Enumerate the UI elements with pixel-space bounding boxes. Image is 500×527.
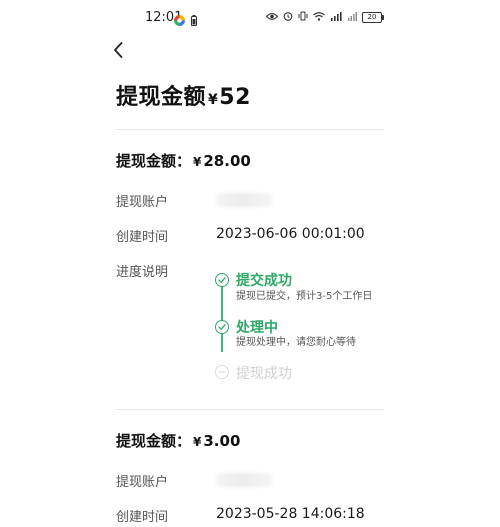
eye-icon — [265, 12, 279, 24]
account-value-redacted — [216, 473, 272, 487]
divider — [116, 409, 384, 410]
record-currency: ¥ — [193, 155, 202, 169]
color-wheel-icon — [174, 11, 185, 30]
record-amount-header: 提现金额： ¥28.00 — [116, 150, 251, 171]
pending-circle-icon — [215, 365, 229, 379]
signal-icon — [330, 11, 342, 24]
battery-icon: 20 — [362, 12, 384, 23]
alarm-icon — [283, 11, 293, 24]
account-label: 提现账户 — [116, 475, 169, 490]
timeline-line — [221, 286, 223, 352]
wifi-icon — [313, 11, 325, 24]
record-amount-label: 提现金额： — [116, 152, 192, 170]
divider — [116, 129, 384, 130]
signal-icon-2 — [347, 11, 357, 24]
status-bar: 12:01 20 — [0, 0, 500, 36]
created-time-label: 创建时间 — [116, 230, 169, 245]
page-title-label: 提现金额 — [116, 85, 207, 110]
record-currency: ¥ — [193, 435, 202, 449]
account-value-redacted — [216, 193, 272, 207]
step-title-success: 提现成功 — [236, 366, 292, 382]
back-button[interactable] — [106, 40, 130, 64]
progress-label: 进度说明 — [116, 265, 169, 280]
chevron-left-icon — [112, 41, 124, 63]
record-amount: 28.00 — [203, 152, 251, 170]
step-desc-submitted: 提现已提交，预计3-5个工作日 — [236, 291, 373, 302]
vibrate-icon — [298, 11, 308, 24]
step-desc-processing: 提现处理中，请您耐心等待 — [236, 337, 356, 348]
record-amount: 3.00 — [203, 432, 241, 450]
status-right-icons: 20 — [265, 11, 384, 24]
page-title-currency: ¥ — [208, 92, 219, 108]
status-left-icons — [174, 11, 197, 30]
check-circle-icon — [215, 273, 229, 287]
record-amount-label: 提现金额： — [116, 432, 192, 450]
record-amount-header: 提现金额： ¥3.00 — [116, 430, 240, 451]
account-label: 提现账户 — [116, 195, 169, 210]
battery-small-icon — [191, 11, 197, 30]
created-time-label: 创建时间 — [116, 510, 169, 525]
check-circle-icon — [215, 320, 229, 334]
created-time-value: 2023-06-06 00:01:00 — [216, 226, 365, 242]
page-title-amount: 52 — [219, 85, 251, 110]
created-time-value: 2023-05-28 14:06:18 — [216, 506, 365, 522]
page-title: 提现金额 ¥52 — [116, 79, 251, 111]
